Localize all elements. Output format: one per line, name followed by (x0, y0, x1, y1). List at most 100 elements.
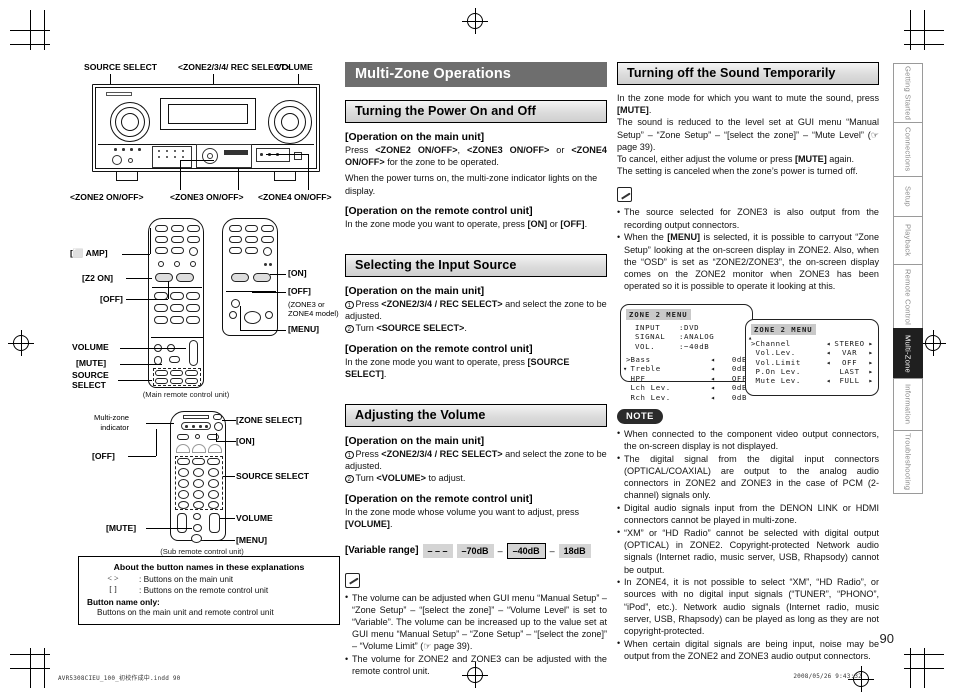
operation-heading: [Operation on the main unit] (345, 132, 485, 143)
sub-mute-button (193, 524, 202, 532)
label-volume: VOLUME (276, 62, 313, 72)
main-remote-figure: [⬜ AMP] [Z2 ON] [OFF] VOLUME [MUTE] SOUR… (70, 218, 342, 399)
section-tabs: Getting Started Connections Setup Playba… (893, 63, 923, 494)
zone-select-button (214, 422, 223, 431)
note-item: When certain digital signals are being i… (617, 637, 879, 662)
tab-multi-zone[interactable]: Multi-Zone (893, 328, 923, 378)
tab-troubleshooting[interactable]: Troubleshooting (893, 430, 923, 494)
osd-right-arrow-icon: ▸ (868, 366, 873, 376)
variable-range-row: [Variable range] – – – –70dB – –40dB – 1… (345, 543, 607, 559)
osd-right-arrow-icon: ▸ (868, 357, 873, 367)
note-item: The digital signal from the digital inpu… (617, 452, 879, 502)
osd-right-arrow-icon: ▸ (868, 348, 873, 358)
tab-label: Troubleshooting (903, 433, 913, 491)
operation-heading: [Operation on the remote control unit] (345, 205, 533, 217)
figures-column: SOURCE SELECT <ZONE2/3/4/ REC SELECT> VO… (70, 62, 342, 563)
pencil-icon (617, 187, 632, 203)
note-item: “XM” or “HD Radio” cannot be selected wi… (617, 526, 879, 576)
osd-title: ZONE 2 MENU (751, 324, 816, 335)
registration-mark (462, 8, 488, 34)
label-zone4-onoff: <ZONE4 ON/OFF> (258, 192, 332, 202)
osd-key: Lch Lev. (630, 383, 671, 393)
osd-item-row: Vol.Limit ◂ OFF ▸ (751, 358, 873, 367)
tab-information[interactable]: Information (893, 378, 923, 430)
footer-timestamp: 2008/05/26 9:43:32 (793, 673, 862, 680)
tab-remote-control[interactable]: Remote Control (893, 264, 923, 328)
note-badge: NOTE (617, 409, 663, 424)
osd-key: Rch Lev. (630, 392, 671, 402)
legend-box: About the button names in these explanat… (78, 556, 340, 626)
osd-items-2: > Channel ◂ STEREO ▸ Vol.Lev. ◂ VAR ▸ Vo… (751, 339, 873, 386)
osd-value: 0dB (731, 364, 747, 374)
scroll-down-icon: ▾ (623, 364, 628, 373)
osd-value: :−40dB (679, 341, 710, 351)
osd-item-row: Treble ◂ 0dB (626, 364, 747, 373)
osd-key: Treble (630, 364, 661, 374)
variable-range-selected: –40dB (506, 543, 546, 559)
osd-item-row: Lch Lev. ◂ 0dB (626, 383, 747, 392)
mute-button (169, 356, 180, 363)
tab-playback[interactable]: Playback (893, 216, 923, 264)
scroll-up-icon: ▴ (748, 334, 753, 343)
tab-setup[interactable]: Setup (893, 176, 923, 216)
volume-knob (268, 100, 312, 144)
label-zone-model: (ZONE3 or ZONE4 model) (288, 300, 339, 318)
osd-value: 0dB (731, 354, 747, 364)
osd-key: INPUT (635, 322, 661, 332)
variable-range-label: [Variable range] (345, 545, 419, 557)
label-source-select: SOURCE SELECT (84, 62, 158, 72)
variable-range-separator: – (549, 545, 555, 556)
memo-item: The source selected for ZONE3 is also ou… (617, 206, 879, 230)
tab-connections[interactable]: Connections (893, 122, 923, 176)
label-volume-remote: VOLUME (72, 342, 109, 352)
osd-key: P.On Lev. (755, 366, 801, 376)
section-power-on-off: Turning the Power On and Off [Operation … (345, 100, 607, 230)
tab-label: Setup (903, 186, 913, 207)
main-remote-caption: (Main remote control unit) (142, 390, 230, 399)
operation-text: When the power turns on, the multi-zone … (345, 173, 598, 196)
tab-getting-started[interactable]: Getting Started (893, 63, 923, 122)
note-block: NOTE When connected to the component vid… (617, 406, 879, 662)
osd-items: > Bass ◂ 0dB Treble ◂ 0dB HPF ◂ OFF Lch … (626, 355, 747, 402)
section-title: Adjusting the Volume (345, 404, 607, 428)
osd-screen-zone2-menu-1: ZONE 2 MENU INPUT :DVD SIGNAL :ANALOG VO… (620, 304, 753, 402)
operation-text: In the zone mode you want to operate, pr… (345, 218, 588, 229)
middle-column: Multi-Zone Operations Turning the Power … (345, 62, 607, 678)
registration-mark (920, 330, 946, 356)
osd-info-row: VOL. :−40dB (635, 342, 747, 351)
operation-step: 2 Turn <VOLUME> to adjust. (345, 472, 607, 484)
label-zone2-onoff: <ZONE2 ON/OFF> (70, 192, 144, 202)
label-on-sub: [ON] (236, 436, 255, 446)
label-off-sub: [OFF] (92, 451, 115, 461)
operation-step: 1 Press <ZONE2/3/4 / REC SELECT> and sele… (345, 449, 607, 472)
operation-heading: [Operation on the remote control unit] (345, 343, 533, 355)
operation-step: 1 Press <ZONE2/3/4 / REC SELECT> and sele… (345, 299, 607, 322)
legend-bno-title: Button name only: (87, 597, 160, 608)
note-item: When connected to the component video ou… (617, 427, 879, 452)
variable-range-item: – – – (422, 543, 453, 559)
right-column: Turning off the Sound Temporarily In the… (617, 62, 879, 663)
variable-range-item: 18dB (558, 543, 591, 559)
osd-value: :ANALOG (679, 332, 715, 342)
footer-filename: AVR5308CIEU_100_初校作成中.indd 90 (58, 675, 181, 682)
label-zone3-onoff: <ZONE3 ON/OFF> (170, 192, 244, 202)
section-title-mute: Turning off the Sound Temporarily (617, 62, 879, 85)
osd-info: INPUT :DVD SIGNAL :ANALOG VOL. :−40dB (635, 323, 747, 351)
tab-label: Getting Started (903, 65, 913, 121)
operation-heading: [Operation on the remote control unit] (345, 493, 533, 505)
main-unit-figure: SOURCE SELECT <ZONE2/3/4/ REC SELECT> VO… (70, 62, 342, 212)
label-menu-sub: [MENU] (236, 535, 268, 545)
tab-label: Connections (903, 127, 913, 172)
variable-range-separator: – (497, 545, 503, 556)
legend-key: [ ] (109, 584, 117, 594)
memo-item: The volume can be adjusted when GUI menu… (345, 591, 607, 653)
memo-item: The volume for ZONE2 and ZONE3 can be ad… (345, 653, 607, 677)
operation-text: In the zone mode whose volume you want t… (345, 506, 580, 529)
osd-value: LAST (839, 366, 860, 376)
crop-mark (904, 654, 944, 655)
osd-value: 0dB (731, 392, 747, 402)
sub-menu-button (191, 534, 202, 543)
label-amp: [⬜ AMP] (70, 248, 108, 258)
legend-key: < > (107, 574, 119, 584)
osd-right-arrow-icon: ▸ (868, 338, 873, 348)
